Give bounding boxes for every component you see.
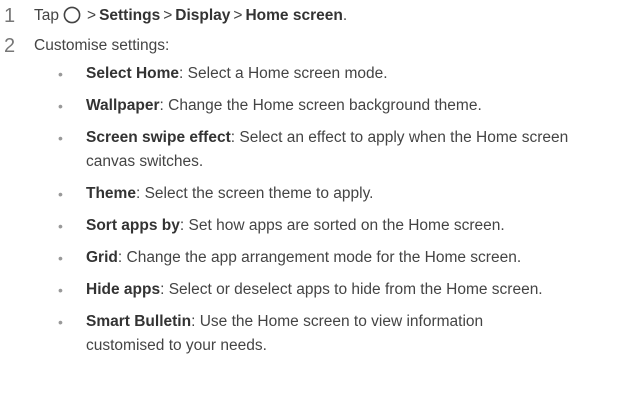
list-item: • Grid: Change the app arrangement mode … — [58, 246, 626, 270]
home-circle-icon — [63, 6, 81, 24]
list-item: • Select Home: Select a Home screen mode… — [58, 62, 626, 86]
bullet-marker: • — [58, 130, 63, 146]
item-colon: : — [117, 249, 123, 266]
step-2: 2 Customise settings: — [0, 34, 636, 58]
list-item: • Theme: Select the screen theme to appl… — [58, 182, 626, 206]
item-title: Grid — [86, 249, 118, 266]
list-item: • Sort apps by: Set how apps are sorted … — [58, 214, 626, 238]
path-separator: > — [233, 7, 243, 24]
step-1-text: Tap > Settings > Display > Home screen. — [34, 4, 347, 28]
item-colon: : — [179, 65, 184, 82]
step-1: 1 Tap > Settings > Display > Home screen. — [0, 4, 636, 28]
item-colon: : — [135, 185, 141, 202]
item-title: Sort apps by — [86, 217, 180, 234]
item-colon: : — [159, 97, 164, 114]
item-title: Select Home — [86, 65, 180, 82]
item-desc: Select or deselect apps to hide from the… — [168, 281, 543, 298]
item-title: Theme — [86, 185, 136, 202]
item-title: Smart Bulletin — [86, 313, 192, 330]
path-home-screen: Home screen — [245, 7, 343, 24]
list-item: • Wallpaper: Change the Home screen back… — [58, 94, 626, 118]
item-colon: : — [191, 313, 196, 330]
item-desc: Select a Home screen mode. — [187, 65, 388, 82]
step-2-text: Customise settings: — [34, 37, 170, 54]
item-desc: Set how apps are sorted on the Home scre… — [188, 217, 505, 234]
path-display: Display — [175, 7, 231, 24]
item-desc: Select the screen theme to apply. — [144, 185, 374, 202]
item-colon: : — [179, 217, 185, 234]
item-title: Wallpaper — [86, 97, 160, 114]
bullet-marker: • — [58, 282, 63, 298]
list-item: • Smart Bulletin: Use the Home screen to… — [58, 310, 626, 358]
item-title: Hide apps — [86, 281, 161, 298]
path-separator: > — [163, 7, 173, 24]
path-separator: > — [87, 7, 97, 24]
item-desc: Change the Home screen background theme. — [168, 97, 482, 114]
path-settings: Settings — [99, 7, 161, 24]
list-item: • Hide apps: Select or deselect apps to … — [58, 278, 626, 302]
bullet-marker: • — [58, 250, 63, 266]
list-item: • Screen swipe effect: Select an effect … — [58, 126, 626, 174]
item-colon: : — [160, 281, 165, 298]
step-suffix: . — [342, 7, 348, 24]
step-prefix: Tap — [34, 7, 59, 24]
bullet-marker: • — [58, 66, 63, 82]
bullet-marker: • — [58, 98, 63, 114]
item-desc: Change the app arrangement mode for the … — [126, 249, 522, 266]
bullet-marker: • — [58, 186, 63, 202]
item-colon: : — [230, 129, 236, 146]
instruction-page: 1 Tap > Settings > Display > Home screen. 2 Cu… — [0, 0, 636, 396]
step-number: 1 — [4, 5, 16, 27]
bullet-marker: • — [58, 218, 63, 234]
step-number: 2 — [4, 35, 16, 57]
bullet-marker: • — [58, 314, 63, 330]
item-title: Screen swipe effect — [86, 129, 231, 146]
